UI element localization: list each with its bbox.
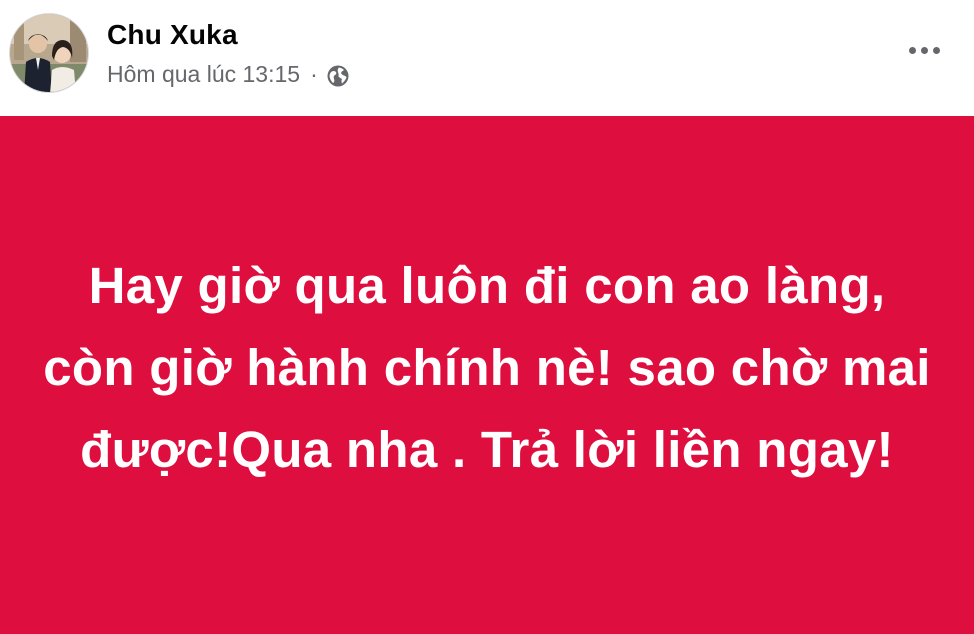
meta-separator: · [310, 61, 318, 87]
colored-status-card: Hay giờ qua luôn đi con ao làng, còn giờ… [0, 116, 974, 634]
more-options-button[interactable] [900, 30, 948, 70]
status-text: Hay giờ qua luôn đi con ao làng, còn giờ… [43, 257, 931, 478]
more-dot-icon [908, 46, 916, 54]
post-header: Chu Xuka Hôm qua lúc 13:15 · [0, 0, 974, 116]
more-dot-icon [932, 46, 940, 54]
more-dot-icon [920, 46, 928, 54]
author-name[interactable]: Chu Xuka [107, 19, 238, 51]
post-meta: Hôm qua lúc 13:15 · [107, 61, 350, 88]
author-avatar[interactable] [9, 13, 89, 93]
post-timestamp[interactable]: Hôm qua lúc 13:15 [107, 61, 300, 88]
avatar-photo [10, 14, 88, 92]
globe-icon[interactable] [326, 64, 350, 88]
facebook-post: Chu Xuka Hôm qua lúc 13:15 · Hay giờ qua… [0, 0, 974, 634]
